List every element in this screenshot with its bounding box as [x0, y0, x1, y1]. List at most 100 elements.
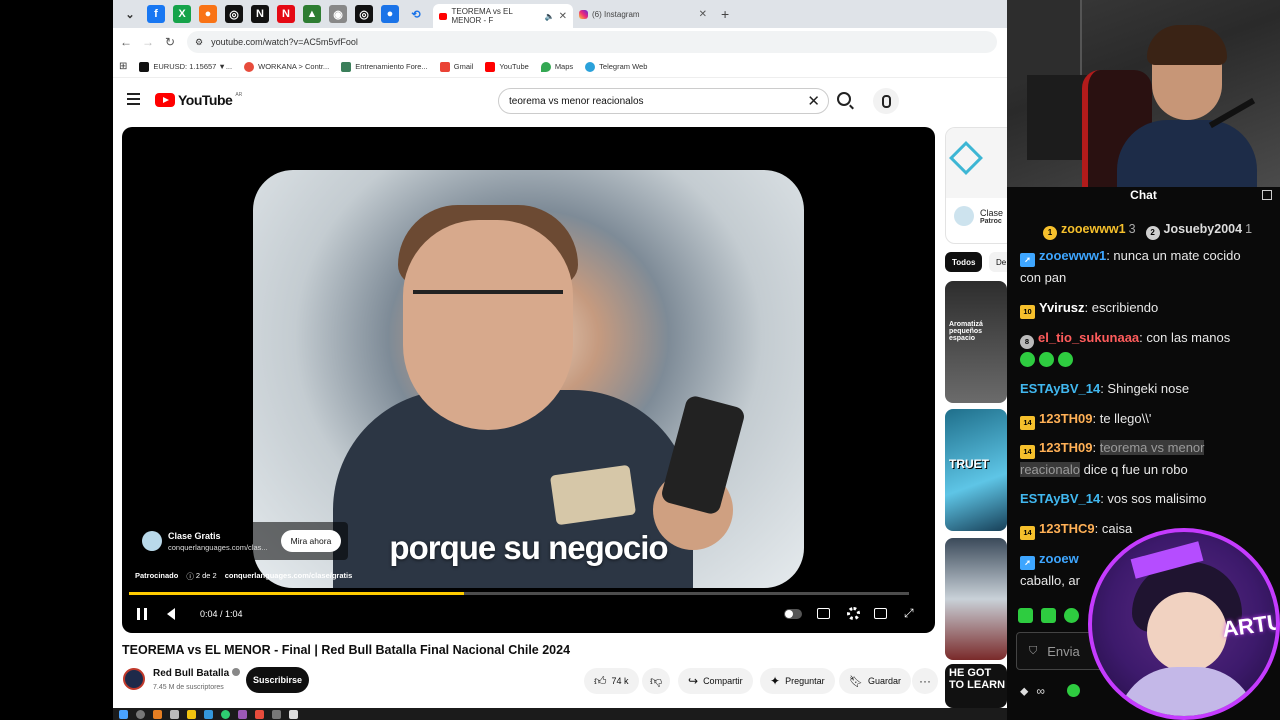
address-bar-row: ← → ↻ ⚙ youtube.com/watch?v=AC5m5vfFool	[113, 28, 1007, 56]
chat-username[interactable]: 123TH09	[1039, 411, 1092, 426]
thumbs-down-icon: 👎︎	[650, 673, 663, 688]
settings-icon[interactable]	[847, 607, 860, 620]
bookmark-youtube[interactable]: YouTube	[485, 61, 529, 72]
reload-icon[interactable]: ↻	[159, 35, 181, 49]
progress-bar[interactable]	[129, 592, 909, 595]
bits-icon[interactable]: ⬥	[1020, 684, 1028, 699]
channel-avatar[interactable]	[123, 668, 145, 690]
back-icon[interactable]: ←	[115, 35, 137, 49]
chatgpt-tab-icon[interactable]: ◎	[225, 5, 243, 23]
save-button[interactable]: 🔖︎ Guardar	[839, 668, 911, 694]
app-taskbar-icon[interactable]	[289, 709, 298, 719]
infinity-icon[interactable]: ∞	[1036, 684, 1045, 699]
facebook-tab-icon[interactable]: f	[147, 5, 165, 23]
forward-icon[interactable]: →	[137, 35, 159, 49]
more-actions-icon[interactable]: ···	[912, 668, 938, 694]
pause-icon[interactable]	[137, 608, 147, 620]
search-input[interactable]: teorema vs menor reacionalos ✕	[498, 88, 829, 114]
related-video-thumbnail[interactable]	[945, 538, 1007, 660]
bookmark-gmail[interactable]: Gmail	[439, 61, 473, 72]
bookmark-label: WORKANA > Contr...	[258, 62, 330, 71]
like-button[interactable]: 👍︎ 74 k	[584, 668, 639, 694]
top-gifter[interactable]: 2 Josueby2004 1	[1145, 222, 1252, 240]
fullscreen-icon[interactable]: ⤢	[904, 606, 914, 621]
bookmark-telegram[interactable]: Telegram Web	[585, 61, 647, 72]
subscribe-button[interactable]: Suscribirse	[246, 667, 309, 693]
app-taskbar-icon[interactable]	[255, 709, 264, 719]
emote-icon[interactable]	[1041, 608, 1056, 623]
related-video-thumbnail[interactable]: Aromatizá pequeños espacio	[945, 281, 1007, 403]
chatgpt-tab2-icon[interactable]: ◎	[355, 5, 373, 23]
volume-icon[interactable]	[167, 608, 175, 620]
bookmark-maps[interactable]: Maps	[540, 61, 573, 72]
search-icon[interactable]	[837, 92, 851, 106]
ad-cta-button[interactable]: Mira ahora	[281, 530, 341, 552]
tab-youtube-video[interactable]: TEOREMA vs EL MENOR - F 🔈 ✕	[433, 4, 573, 28]
ad-display-url[interactable]: conquerlanguages.com/clase/gratis	[225, 571, 353, 582]
blue-tab-icon[interactable]: ●	[381, 5, 399, 23]
related-video-thumbnail[interactable]: TRUET	[945, 409, 1007, 531]
autoplay-toggle[interactable]	[784, 609, 802, 619]
microphone-icon[interactable]	[873, 88, 899, 114]
folder-taskbar-icon[interactable]	[187, 709, 196, 719]
country-code: AR	[235, 92, 243, 98]
chat-username[interactable]: zooew	[1039, 551, 1079, 566]
dislike-button[interactable]: 👎︎	[642, 668, 670, 694]
tab-instagram[interactable]: (6) Instagram ✕	[573, 2, 713, 26]
netflix-tab-icon[interactable]: N	[277, 5, 295, 23]
ad-info-icon[interactable]: ⓘ	[186, 571, 194, 582]
chip-de[interactable]: De	[989, 252, 1007, 272]
miniplayer-icon[interactable]	[874, 608, 887, 619]
orange-tab-icon[interactable]: ●	[199, 5, 217, 23]
ask-button[interactable]: ✦ Preguntar	[760, 668, 835, 694]
clear-search-icon[interactable]: ✕	[807, 92, 820, 110]
game-tab-icon[interactable]: ▲	[303, 5, 321, 23]
related-video-thumbnail[interactable]: HE GOT TO LEARN	[945, 664, 1007, 708]
apps-grid-icon[interactable]: ⊞	[119, 61, 127, 72]
chat-username[interactable]: 123TH09	[1039, 440, 1092, 455]
app-taskbar-icon[interactable]	[153, 709, 162, 719]
emote-icon[interactable]	[1018, 608, 1033, 623]
new-tab-icon[interactable]: +	[721, 6, 729, 22]
share-button[interactable]: ↪ Compartir	[678, 668, 753, 694]
points-icon[interactable]	[1066, 684, 1080, 697]
app-taskbar-icon[interactable]	[170, 709, 179, 719]
tab-search-icon[interactable]: ⌄	[121, 5, 139, 23]
gift-icon[interactable]	[1262, 190, 1272, 200]
top-gifter[interactable]: 1 zooewww1 3	[1043, 222, 1136, 240]
chat-username[interactable]: ESTAyBV_14	[1020, 381, 1100, 396]
translate-tab-icon[interactable]: ⟲	[407, 5, 425, 23]
gray-tab-icon[interactable]: ◉	[329, 5, 347, 23]
bookmark-workana[interactable]: WORKANA > Contr...	[244, 61, 330, 72]
speaker-icon[interactable]: 🔈	[545, 12, 555, 21]
tab-close-icon[interactable]: ✕	[699, 9, 707, 20]
windows-start-icon[interactable]	[119, 709, 128, 719]
excel-tab-icon[interactable]: X	[173, 5, 191, 23]
captions-icon[interactable]	[817, 608, 830, 619]
sticker-face	[1147, 592, 1227, 672]
url-bar[interactable]: ⚙ youtube.com/watch?v=AC5m5vfFool	[187, 31, 997, 53]
chat-username[interactable]: ESTAyBV_14	[1020, 491, 1100, 506]
chrome-taskbar-icon[interactable]	[221, 709, 230, 719]
menu-icon[interactable]	[127, 93, 140, 105]
chat-username[interactable]: 123THC9	[1039, 521, 1095, 536]
notion-tab-icon[interactable]: N	[251, 5, 269, 23]
site-info-icon[interactable]: ⚙	[195, 37, 203, 48]
search-taskbar-icon[interactable]	[136, 709, 145, 719]
chat-username[interactable]: Yvirusz	[1039, 300, 1085, 315]
chat-username[interactable]: zooewww1	[1039, 248, 1106, 263]
bookmark-eurusd[interactable]: EURUSD: 1.15657 ▼...	[139, 61, 232, 72]
emote-icon[interactable]	[1064, 608, 1079, 623]
channel-name[interactable]: Red Bull Batalla	[153, 668, 241, 679]
chat-username[interactable]: el_tio_sukunaaa	[1038, 330, 1139, 345]
video-player[interactable]: porque su negocio Clase Gratis conquerla…	[122, 127, 935, 633]
app-taskbar-icon[interactable]	[238, 709, 247, 719]
chip-all[interactable]: Todos	[945, 252, 983, 272]
app-taskbar-icon[interactable]	[204, 709, 213, 719]
tab-close-icon[interactable]: ✕	[559, 11, 567, 22]
youtube-logo[interactable]: YouTube AR	[155, 92, 242, 108]
sidebar-ad[interactable]: Clase Patroc	[945, 127, 1007, 244]
chat-message: ESTAyBV_14: vos sos malisimo	[1020, 488, 1242, 509]
app-taskbar-icon[interactable]	[272, 709, 281, 719]
bookmark-entrenamiento[interactable]: Entrenamiento Fore...	[341, 61, 428, 72]
